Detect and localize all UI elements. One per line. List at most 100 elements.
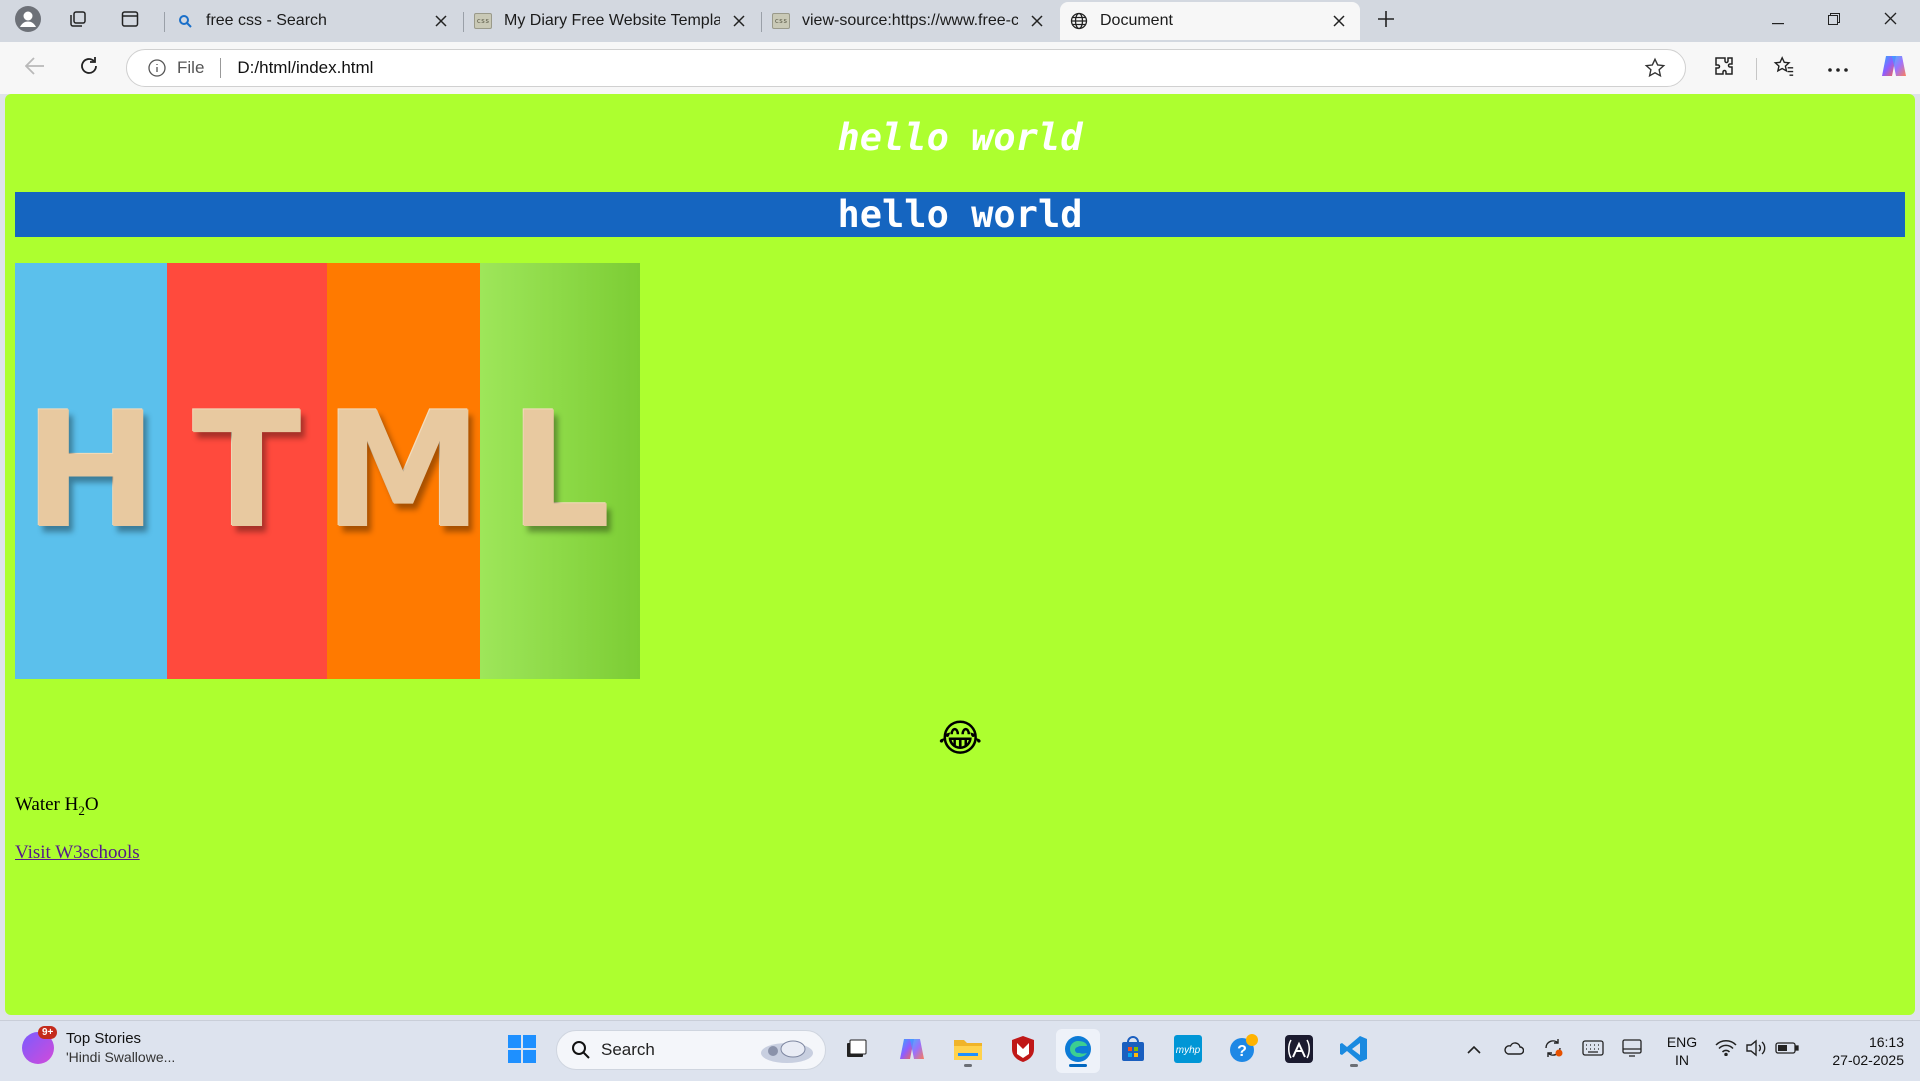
copilot-button[interactable]	[1876, 50, 1912, 86]
sync-tray[interactable]	[1538, 1035, 1568, 1065]
touch-keyboard-tray[interactable]	[1578, 1035, 1608, 1065]
minimize-icon	[1772, 12, 1784, 30]
news-title: Top Stories	[66, 1030, 142, 1047]
speaker-icon	[1745, 1039, 1767, 1062]
image-stripe-blue: H	[15, 263, 167, 679]
vertical-tabs-icon	[120, 9, 140, 34]
news-subtitle: 'Hindi Swallowe...	[66, 1049, 176, 1065]
keyboard-icon	[1582, 1039, 1604, 1061]
close-window-button[interactable]	[1862, 0, 1918, 42]
close-tab-icon[interactable]	[728, 10, 750, 32]
vscode-button[interactable]	[1332, 1029, 1376, 1073]
banner-heading: hello world	[15, 192, 1905, 237]
favorites-button[interactable]	[1766, 50, 1802, 86]
favorite-star-icon[interactable]	[1637, 50, 1673, 86]
get-help-button[interactable]: ?	[1222, 1029, 1266, 1073]
image-letter: M	[323, 377, 484, 564]
new-tab-button[interactable]	[1366, 6, 1406, 36]
italic-heading: hello world	[837, 116, 1083, 159]
onedrive-tray[interactable]	[1498, 1035, 1528, 1065]
address-url[interactable]: D:/html/index.html	[237, 58, 1637, 78]
back-button[interactable]	[17, 50, 53, 86]
file-explorer-button[interactable]	[946, 1029, 990, 1073]
image-letter: T	[192, 377, 302, 564]
tab-free-css-search[interactable]: free css - Search	[166, 2, 462, 40]
microsoft-store-button[interactable]	[1111, 1029, 1155, 1073]
restore-button[interactable]	[1806, 0, 1862, 42]
tab-view-source[interactable]: css view-source:https://www.free-css.	[762, 2, 1058, 40]
language-indicator[interactable]: ENG IN	[1662, 1033, 1702, 1069]
restore-icon	[1828, 12, 1840, 30]
tab-document[interactable]: Document	[1060, 2, 1360, 40]
battery-icon	[1775, 1041, 1799, 1060]
wifi-icon	[1715, 1039, 1737, 1061]
visit-w3schools-link[interactable]: Visit W3schools	[15, 842, 140, 864]
laughing-emoji: 😂	[938, 716, 983, 760]
back-arrow-icon	[24, 56, 45, 80]
wifi-tray[interactable]	[1711, 1035, 1741, 1065]
tab-title: Document	[1100, 12, 1173, 29]
profile-button[interactable]	[8, 5, 48, 36]
globe-icon	[1070, 12, 1088, 30]
tab-title: free css - Search	[206, 12, 327, 29]
taskbar-search[interactable]: Search	[556, 1030, 826, 1070]
sync-icon	[1542, 1037, 1564, 1064]
search-label: Search	[601, 1040, 655, 1059]
html-letters-image: H T M L	[15, 263, 640, 679]
battery-tray[interactable]	[1772, 1035, 1802, 1065]
help-icon: ?	[1228, 1033, 1260, 1070]
laptop-icon	[1621, 1038, 1643, 1062]
address-bar[interactable]: File D:/html/index.html	[126, 49, 1686, 87]
tab-strip: free css - Search css My Diary Free Webs…	[0, 0, 1920, 42]
close-tab-icon[interactable]	[1026, 10, 1048, 32]
tab-title: view-source:https://www.free-css.	[802, 12, 1018, 29]
tab-my-diary[interactable]: css My Diary Free Website Template |	[464, 2, 760, 40]
close-icon	[1884, 12, 1897, 30]
close-tab-icon[interactable]	[1328, 10, 1350, 32]
page-viewport: hello world hello world H T M L 😂 Water …	[5, 94, 1915, 1015]
minimize-button[interactable]	[1750, 0, 1806, 42]
tab-actions-button[interactable]	[110, 6, 150, 36]
svg-text:?: ?	[1237, 1043, 1247, 1060]
svg-text:myhp: myhp	[1176, 1045, 1201, 1056]
workspaces-icon	[68, 9, 88, 34]
more-options-button[interactable]	[1820, 50, 1856, 86]
news-badge: 9+	[38, 1026, 58, 1039]
search-icon	[571, 1040, 591, 1060]
ai-app-button[interactable]	[1277, 1029, 1321, 1073]
extensions-button[interactable]	[1706, 50, 1742, 86]
image-letter: L	[509, 377, 611, 564]
clock[interactable]: 16:13 27-02-2025	[1812, 1033, 1904, 1069]
show-hidden-icons-button[interactable]	[1459, 1035, 1489, 1065]
image-stripe-orange: M	[323, 263, 484, 679]
css-file-icon: css	[772, 12, 790, 30]
puzzle-icon	[1713, 55, 1735, 82]
workspaces-button[interactable]	[58, 6, 98, 36]
device-tray[interactable]	[1617, 1035, 1647, 1065]
edge-button[interactable]	[1056, 1029, 1100, 1073]
myhp-icon: myhp	[1173, 1034, 1203, 1069]
favorites-icon	[1773, 55, 1795, 82]
windows-icon	[507, 1034, 537, 1069]
copilot-taskbar-button[interactable]	[890, 1029, 934, 1073]
mcafee-shield-icon	[1010, 1035, 1036, 1068]
address-scheme: File	[177, 58, 205, 77]
myhp-button[interactable]: myhp	[1166, 1029, 1210, 1073]
css-file-icon: css	[474, 12, 492, 30]
volume-tray[interactable]	[1741, 1035, 1771, 1065]
task-view-button[interactable]	[834, 1029, 878, 1073]
tab-title: My Diary Free Website Template |	[504, 12, 720, 29]
image-stripe-green: L	[480, 263, 640, 679]
info-icon[interactable]	[147, 58, 167, 78]
image-stripe-red: T	[167, 263, 327, 679]
copilot-icon	[898, 1035, 926, 1068]
image-letter: H	[24, 377, 158, 564]
close-tab-icon[interactable]	[430, 10, 452, 32]
refresh-button[interactable]	[71, 50, 107, 86]
lambda-icon	[1284, 1034, 1314, 1069]
start-button[interactable]	[500, 1029, 544, 1073]
task-view-icon	[844, 1037, 868, 1066]
store-bag-icon	[1119, 1035, 1147, 1068]
news-widget[interactable]: 9+ Top Stories 'Hindi Swallowe...	[22, 1026, 176, 1067]
mcafee-button[interactable]	[1001, 1029, 1045, 1073]
